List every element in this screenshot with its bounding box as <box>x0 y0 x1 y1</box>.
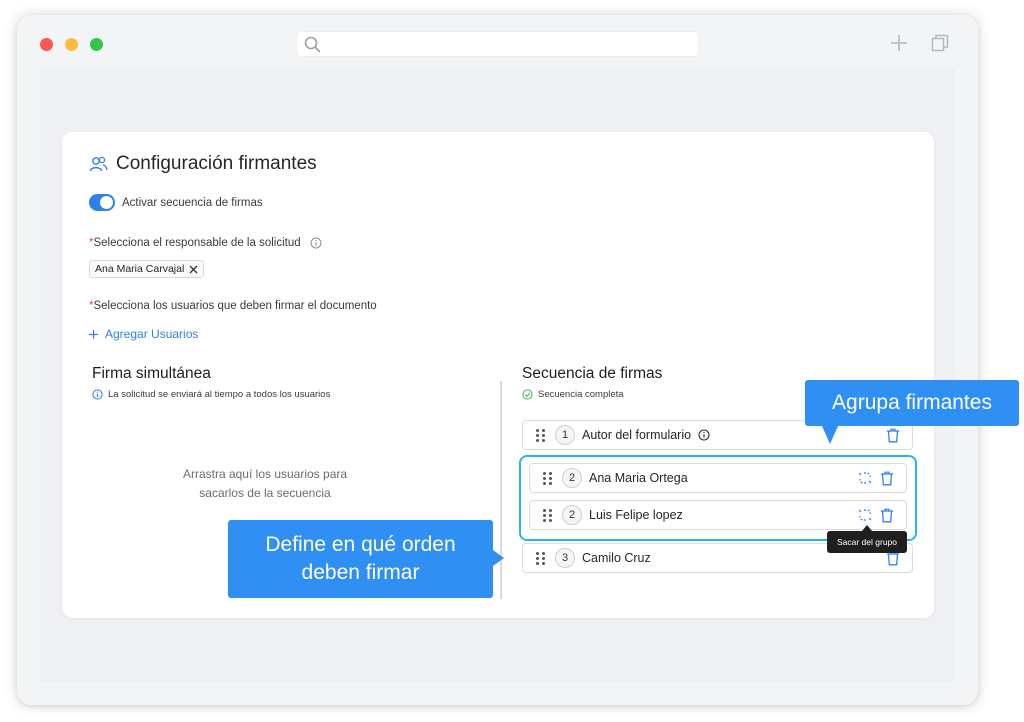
trash-icon[interactable] <box>886 428 900 443</box>
simultaneous-note: La solicitud se enviará al tiempo a todo… <box>108 389 331 400</box>
card-header: Configuración firmantes <box>89 153 317 175</box>
responsible-label-row: *Selecciona el responsable de la solicit… <box>89 237 322 249</box>
plus-icon[interactable] <box>890 34 908 52</box>
define-callout-line1: Define en qué orden <box>265 533 456 556</box>
info-icon[interactable] <box>310 237 322 249</box>
users-icon <box>89 156 108 171</box>
signer-name: Camilo Cruz <box>582 551 651 565</box>
drag-handle-icon[interactable] <box>543 508 552 522</box>
order-badge: 1 <box>555 425 575 445</box>
address-bar[interactable] <box>296 31 699 57</box>
browser-titlebar <box>17 15 978 72</box>
drag-handle-icon[interactable] <box>536 551 545 565</box>
drop-hint-line2: sacarlos de la secuencia <box>199 486 331 500</box>
info-icon[interactable] <box>698 429 710 441</box>
define-order-callout: Define en qué orden deben firmar <box>228 520 493 598</box>
group-callout-pointer <box>822 426 838 444</box>
group-signers-callout: Agrupa firmantes <box>805 380 1019 426</box>
add-users-button[interactable]: Agregar Usuarios <box>89 327 198 341</box>
close-icon[interactable] <box>189 265 198 274</box>
simultaneous-title: Firma simultánea <box>92 365 211 382</box>
sequence-toggle-row: Activar secuencia de firmas <box>89 194 263 211</box>
close-window-button[interactable] <box>40 38 53 51</box>
sequence-status: Secuencia completa <box>538 389 624 400</box>
users-label: Selecciona los usuarios que deben firmar… <box>93 300 377 312</box>
order-badge: 2 <box>562 468 582 488</box>
responsible-label: Selecciona el responsable de la solicitu… <box>93 237 301 249</box>
sequence-status-row: Secuencia completa <box>522 389 624 400</box>
define-callout-pointer <box>493 550 504 566</box>
sequence-title: Secuencia de firmas <box>522 365 663 382</box>
sequence-toggle-label: Activar secuencia de firmas <box>122 196 263 209</box>
copy-icon[interactable] <box>931 34 949 52</box>
sequence-row[interactable]: 2 Ana Maria Ortega <box>529 463 907 493</box>
users-label-row: *Selecciona los usuarios que deben firma… <box>89 300 377 312</box>
drop-zone[interactable]: Arrastra aquí los usuarios para sacarlos… <box>160 465 370 503</box>
column-divider <box>500 381 502 599</box>
define-callout-line2: deben firmar <box>301 561 420 584</box>
trash-icon[interactable] <box>880 508 894 523</box>
signer-name: Ana Maria Ortega <box>589 471 688 485</box>
check-circle-icon <box>522 389 533 400</box>
plus-icon <box>89 329 98 339</box>
unlink-icon[interactable] <box>858 471 872 485</box>
sequence-row[interactable]: 2 Luis Felipe lopez <box>529 500 907 530</box>
drag-handle-icon[interactable] <box>536 428 545 442</box>
page-title: Configuración firmantes <box>116 153 317 174</box>
maximize-window-button[interactable] <box>90 38 103 51</box>
search-icon <box>304 36 321 53</box>
trash-icon[interactable] <box>880 471 894 486</box>
order-badge: 3 <box>555 548 575 568</box>
sequence-toggle[interactable] <box>89 194 115 211</box>
minimize-window-button[interactable] <box>65 38 78 51</box>
drag-handle-icon[interactable] <box>543 471 552 485</box>
responsible-tag-label: Ana Maria Carvajal <box>95 263 185 275</box>
trash-icon[interactable] <box>886 551 900 566</box>
drop-hint-line1: Arrastra aquí los usuarios para <box>182 467 348 481</box>
remove-from-group-tooltip: Sacar del grupo <box>827 531 907 553</box>
add-users-label: Agregar Usuarios <box>105 327 199 341</box>
info-icon <box>92 389 103 400</box>
order-badge: 2 <box>562 505 582 525</box>
responsible-tag: Ana Maria Carvajal <box>89 260 205 278</box>
unlink-icon[interactable] <box>858 508 872 522</box>
simultaneous-note-row: La solicitud se enviará al tiempo a todo… <box>92 389 330 400</box>
signer-name: Autor del formulario <box>582 428 692 442</box>
signer-name: Luis Felipe lopez <box>589 508 683 522</box>
